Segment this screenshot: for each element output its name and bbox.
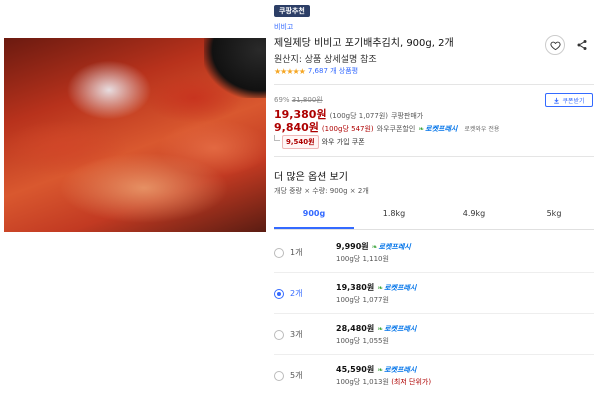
indent-corner <box>274 135 280 141</box>
row-divider <box>274 313 594 314</box>
leaf-icon: ❧ <box>377 365 384 374</box>
rocket-wow-label: 로켓와우 전용 <box>464 126 500 133</box>
option-row[interactable]: 1개 9,990원 ❧ 로켓프레시 100g당 1,110원 <box>274 235 594 275</box>
option-radio[interactable] <box>274 371 284 381</box>
option-row[interactable]: 2개 19,380원 ❧ 로켓프레시 100g당 1,077원 <box>274 276 594 316</box>
rocket-fresh-badge: ❧ 로켓프레시 <box>377 283 416 293</box>
row-divider <box>274 354 594 355</box>
option-price: 45,590원 <box>336 365 375 374</box>
weight-tabs: 900g 1.8kg 4.9kg 5kg <box>274 205 594 229</box>
option-unit-price: 100g당 1,013원 (최저 단위가) <box>336 377 431 387</box>
option-unit-price: 100g당 1,077원 <box>336 296 389 304</box>
wow-coupon: 9,540원 와우 가입 쿠폰 <box>274 135 365 149</box>
wow-discount-type: 와우쿠폰할인 <box>376 125 416 133</box>
wow-price: 9,840원 <box>274 121 319 134</box>
rating[interactable]: ★★★★★ 7,687 개 상품평 <box>274 66 358 76</box>
leaf-icon: ❧ <box>418 125 425 133</box>
rocket-fresh-label: 로켓프레시 <box>378 242 411 251</box>
option-qty: 3개 <box>290 330 303 339</box>
option-price-line: 45,590원 ❧ 로켓프레시 <box>336 364 416 375</box>
rocket-fresh-label: 로켓프레시 <box>425 125 458 133</box>
rocket-fresh-badge: ❧ 로켓프레시 <box>377 365 416 375</box>
rocket-fresh-label: 로켓프레시 <box>384 365 417 374</box>
tab-1-8kg[interactable]: 1.8kg <box>354 205 434 229</box>
wow-coupon-amount: 9,540원 <box>282 135 319 149</box>
discount-rate: 69% <box>274 96 290 104</box>
options-summary: 개당 중량 × 수량: 900g × 2개 <box>274 187 369 195</box>
option-radio[interactable] <box>274 330 284 340</box>
wow-unit-price: (100g당 547원) <box>321 125 374 133</box>
product-image[interactable] <box>4 38 266 232</box>
rocket-fresh-label: 로켓프레시 <box>384 283 417 292</box>
option-row[interactable]: 3개 28,480원 ❧ 로켓프레시 100g당 1,055원 <box>274 317 594 357</box>
lowest-unit-price-note: (최저 단위가) <box>391 378 432 386</box>
option-radio[interactable] <box>274 289 284 299</box>
coupon-download-label: 쿠폰받기 <box>562 97 585 105</box>
option-price-line: 19,380원 ❧ 로켓프레시 <box>336 282 416 293</box>
discount-line: 69% 31,800원 <box>274 95 323 105</box>
coupon-download-button[interactable]: 쿠폰받기 <box>545 93 593 107</box>
leaf-icon: ❧ <box>371 242 378 251</box>
leaf-icon: ❧ <box>377 283 384 292</box>
tab-underline <box>274 229 594 230</box>
wow-coupon-text: 와우 가입 쿠폰 <box>321 138 365 146</box>
brand-link[interactable]: 비비고 <box>274 22 293 32</box>
tab-4-9kg[interactable]: 4.9kg <box>434 205 514 229</box>
rocket-fresh-badge: ❧ 로켓프레시 <box>377 324 416 334</box>
divider <box>274 84 594 85</box>
rating-stars: ★★★★★ <box>274 66 306 76</box>
rocket-fresh-label: 로켓프레시 <box>384 324 417 333</box>
row-divider <box>274 272 594 273</box>
option-qty: 5개 <box>290 371 303 380</box>
recommend-badge: 쿠팡추천 <box>274 5 310 17</box>
option-qty: 1개 <box>290 248 303 257</box>
option-unit-price: 100g당 1,055원 <box>336 337 389 345</box>
product-title: 제일제당 비비고 포기배추김치, 900g, 2개 <box>274 38 454 49</box>
share-button[interactable] <box>572 35 592 55</box>
rocket-fresh-badge: ❧ 로켓프레시 <box>372 242 411 252</box>
download-icon <box>554 97 560 104</box>
wow-price-line: 9,840원 (100g당 547원) 와우쿠폰할인 ❧ 로켓프레시 로켓와우 … <box>274 119 499 135</box>
rocket-fresh-badge: ❧ 로켓프레시 <box>418 124 457 134</box>
option-price-line: 28,480원 ❧ 로켓프레시 <box>336 323 416 334</box>
option-price: 28,480원 <box>336 324 375 333</box>
pot-rim <box>204 38 266 98</box>
options-heading: 더 많은 옵션 보기 <box>274 172 348 183</box>
option-radio[interactable] <box>274 248 284 258</box>
heart-icon <box>549 41 561 50</box>
divider <box>274 156 594 157</box>
share-icon <box>577 40 587 50</box>
option-price: 19,380원 <box>336 283 375 292</box>
option-unit-value: 100g당 1,013원 <box>336 378 389 386</box>
option-qty: 2개 <box>290 289 303 298</box>
review-count-link[interactable]: 7,687 개 상품평 <box>308 66 358 76</box>
wishlist-button[interactable] <box>545 35 565 55</box>
option-row[interactable]: 5개 45,590원 ❧ 로켓프레시 100g당 1,013원 (최저 단위가) <box>274 358 594 398</box>
option-unit-price: 100g당 1,110원 <box>336 255 389 263</box>
option-price-line: 9,990원 ❧ 로켓프레시 <box>336 241 411 252</box>
option-price: 9,990원 <box>336 242 369 251</box>
tab-900g[interactable]: 900g <box>274 205 354 229</box>
original-price: 31,800원 <box>291 96 323 104</box>
origin-text: 원산지: 상품 상세설명 참조 <box>274 55 377 65</box>
tab-5kg[interactable]: 5kg <box>514 205 594 229</box>
leaf-icon: ❧ <box>377 324 384 333</box>
